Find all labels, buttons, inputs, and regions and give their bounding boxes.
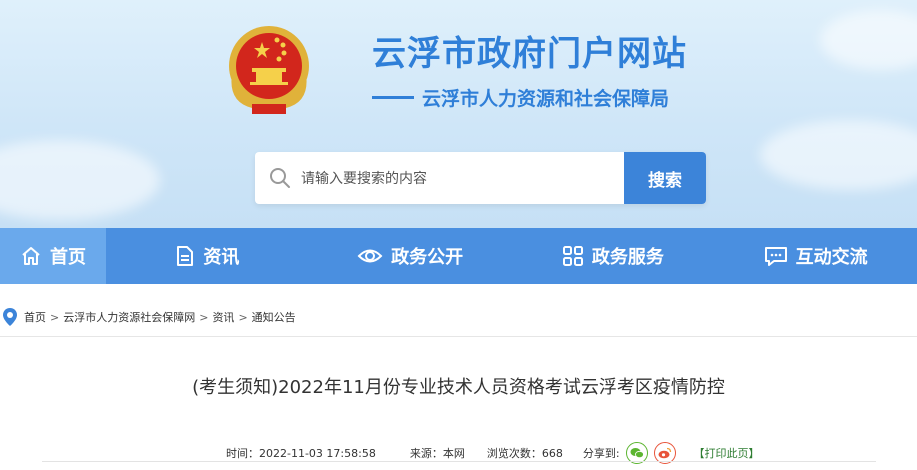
nav-item-news[interactable]: 资讯 (106, 228, 309, 284)
view-count: 浏览次数：668 (486, 447, 563, 460)
breadcrumb-separator: > (50, 310, 60, 324)
nav-item-label: 政务服务 (591, 247, 664, 268)
cloud-decoration (760, 120, 917, 190)
breadcrumb-hrss-site[interactable]: 云浮市人力资源社会保障网 (63, 309, 195, 325)
breadcrumb-separator: > (238, 310, 248, 324)
publish-time: 时间：2022-11-03 17:58:58 (226, 447, 376, 460)
nav-item-label: 互动交流 (795, 247, 868, 268)
wechat-icon (630, 448, 644, 459)
document-icon (177, 246, 194, 266)
nav-item-home[interactable]: 首页 (0, 228, 106, 284)
home-icon (22, 247, 40, 265)
location-pin-icon (3, 308, 17, 326)
nav-item-gov-service[interactable]: 政务服务 (512, 228, 715, 284)
article: (考生须知)2022年11月份专业技术人员资格考试云浮考区疫情防控 时间：202… (0, 336, 917, 470)
nav-item-label: 资讯 (203, 247, 240, 268)
site-title: 云浮市政府门户网站 (372, 34, 687, 74)
subtitle-dash (372, 96, 414, 99)
cloud-decoration (0, 140, 160, 220)
breadcrumb: 首页 > 云浮市人力资源社会保障网 > 资讯 > 通知公告 (0, 307, 296, 327)
share-label: 分享到: (582, 447, 620, 460)
search-button[interactable]: 搜索 (624, 152, 706, 204)
cloud-decoration (820, 10, 917, 70)
article-title: (考生须知)2022年11月份专业技术人员资格考试云浮考区疫情防控 (192, 377, 725, 398)
article-source: 来源：本网 (409, 447, 465, 460)
divider (42, 461, 876, 462)
eye-icon (357, 249, 383, 263)
weibo-icon (658, 447, 671, 459)
breadcrumb-separator: > (199, 310, 209, 324)
print-page-link[interactable]: 【打印此页】 (694, 445, 760, 461)
breadcrumb-news[interactable]: 资讯 (212, 309, 234, 325)
grid-icon (562, 246, 583, 266)
search-bar: 搜索 (255, 152, 706, 204)
chat-icon (764, 247, 787, 266)
nav-item-interaction[interactable]: 互动交流 (714, 228, 917, 284)
nav-item-gov-open[interactable]: 政务公开 (309, 228, 512, 284)
search-icon (270, 168, 290, 188)
main-nav: 首页 资讯 政务公开 政务服务 互动交流 (0, 228, 917, 284)
nav-item-label: 政务公开 (391, 247, 464, 268)
breadcrumb-home[interactable]: 首页 (24, 309, 46, 325)
site-subtitle-text: 云浮市人力资源和社会保障局 (422, 88, 670, 110)
site-subtitle: 云浮市人力资源和社会保障局 (372, 84, 669, 111)
site-header: 云浮市政府门户网站 云浮市人力资源和社会保障局 搜索 (0, 0, 917, 228)
national-emblem-icon (229, 26, 309, 114)
search-input[interactable] (299, 162, 623, 196)
breadcrumb-notice[interactable]: 通知公告 (252, 309, 296, 325)
nav-item-label: 首页 (50, 247, 86, 268)
